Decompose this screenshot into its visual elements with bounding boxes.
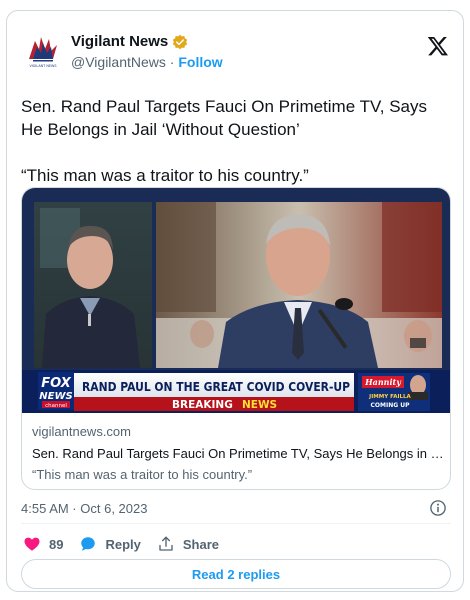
news-broadcast-still: FOX NEWS channel RAND PAUL ON THE GREAT …: [22, 188, 450, 413]
link-meta: vigilantnews.com Sen. Rand Paul Targets …: [32, 424, 444, 482]
reply-bubble-icon: [81, 537, 96, 551]
handle-separator: ·: [165, 54, 179, 70]
promo-sub: COMING UP: [370, 402, 410, 409]
link-title[interactable]: Sen. Rand Paul Targets Fauci On Primetim…: [32, 446, 444, 461]
share-icon: [159, 536, 173, 551]
follow-button[interactable]: Follow: [178, 54, 222, 70]
account-handle[interactable]: @VigilantNews: [71, 54, 166, 70]
info-icon[interactable]: [429, 499, 447, 517]
chyron-headline: RAND PAUL ON THE GREAT COVID COVER-UP: [82, 379, 350, 394]
tweet-header: VIGILANT NEWS Vigilant News @VigilantNew…: [21, 29, 451, 79]
tweet-text: Sen. Rand Paul Targets Fauci On Primetim…: [21, 95, 451, 187]
logo-bottom-text: NEWS: [39, 391, 72, 402]
action-bar: 89 Reply Share: [23, 534, 219, 554]
link-description: “This man was a traitor to his country.”: [32, 467, 253, 482]
account-avatar[interactable]: VIGILANT NEWS: [21, 29, 65, 73]
logo-sub-text: channel: [45, 403, 67, 409]
reply-label: Reply: [105, 536, 141, 552]
share-label: Share: [182, 536, 220, 552]
timestamp-row: 4:55 AM · Oct 6, 2023: [21, 499, 451, 517]
tweet-timestamp[interactable]: 4:55 AM · Oct 6, 2023: [21, 501, 147, 516]
like-count: 89: [49, 536, 64, 552]
tweet-text-quote: “This man was a traitor to his country.”: [21, 166, 309, 185]
handle-row: @VigilantNews · Follow: [71, 54, 223, 70]
divider: [21, 523, 451, 524]
show-name: Hannity: [364, 377, 402, 387]
tweet-card: VIGILANT NEWS Vigilant News @VigilantNew…: [6, 10, 464, 592]
name-row: Vigilant News: [71, 33, 188, 50]
breaking-text: BREAKING: [172, 399, 233, 411]
reply-button[interactable]: Reply: [79, 535, 141, 553]
logo-top-text: FOX: [41, 376, 71, 391]
heart-icon: [24, 537, 40, 551]
link-preview-card[interactable]: FOX NEWS channel RAND PAUL ON THE GREAT …: [21, 187, 451, 490]
x-logo-icon[interactable]: [427, 35, 449, 57]
share-button[interactable]: Share: [157, 535, 219, 553]
news-text: NEWS: [242, 399, 277, 411]
account-name[interactable]: Vigilant News: [71, 33, 168, 50]
like-button[interactable]: 89: [23, 535, 63, 553]
tweet-text-headline: Sen. Rand Paul Targets Fauci On Primetim…: [21, 97, 427, 139]
link-domain[interactable]: vigilantnews.com: [32, 424, 444, 439]
vigilant-eagle-logo-icon: VIGILANT NEWS: [21, 29, 65, 73]
avatar-wordmark: VIGILANT NEWS: [29, 64, 56, 68]
promo-name: JIMMY FAILLA: [368, 394, 411, 400]
read-replies-button[interactable]: Read 2 replies: [21, 559, 451, 589]
link-preview-image[interactable]: FOX NEWS channel RAND PAUL ON THE GREAT …: [22, 188, 450, 413]
verified-badge-icon: [173, 34, 188, 49]
